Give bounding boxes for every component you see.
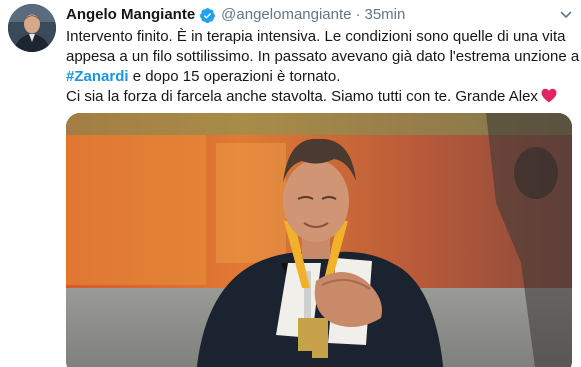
tweet-header: Angelo Mangiante @angelomangiante · 35mi… bbox=[66, 5, 551, 25]
tweet-text-line: appesa a un filo sottilissimo. In passat… bbox=[66, 48, 580, 65]
user-handle[interactable]: @angelomangiante bbox=[221, 5, 351, 25]
tweet-photo[interactable] bbox=[66, 113, 572, 367]
tweet-text: Intervento finito. È in terapia intensiv… bbox=[66, 27, 580, 107]
tweet-timestamp[interactable]: 35min bbox=[365, 5, 406, 25]
tweet-text-line: #Zanardi e dopo 15 operazioni è tornato. bbox=[66, 67, 578, 87]
avatar[interactable] bbox=[8, 4, 56, 52]
header-separator: · bbox=[355, 6, 361, 23]
verified-badge-icon bbox=[199, 7, 216, 24]
tweet-text-line: Intervento finito. È in terapia intensiv… bbox=[66, 28, 566, 45]
tweet-text-segment: e dopo 15 operazioni è tornato. bbox=[128, 68, 341, 85]
display-name[interactable]: Angelo Mangiante bbox=[66, 5, 195, 25]
heart-icon bbox=[541, 88, 557, 103]
tweet-text-line: Ci sia la forza di farcela anche stavolt… bbox=[66, 87, 578, 107]
hashtag-link[interactable]: #Zanardi bbox=[66, 68, 129, 85]
chevron-down-icon[interactable] bbox=[559, 8, 573, 22]
tweet[interactable]: Angelo Mangiante @angelomangiante · 35mi… bbox=[0, 0, 581, 367]
tweet-text-segment: Ci sia la forza di farcela anche stavolt… bbox=[66, 88, 538, 105]
